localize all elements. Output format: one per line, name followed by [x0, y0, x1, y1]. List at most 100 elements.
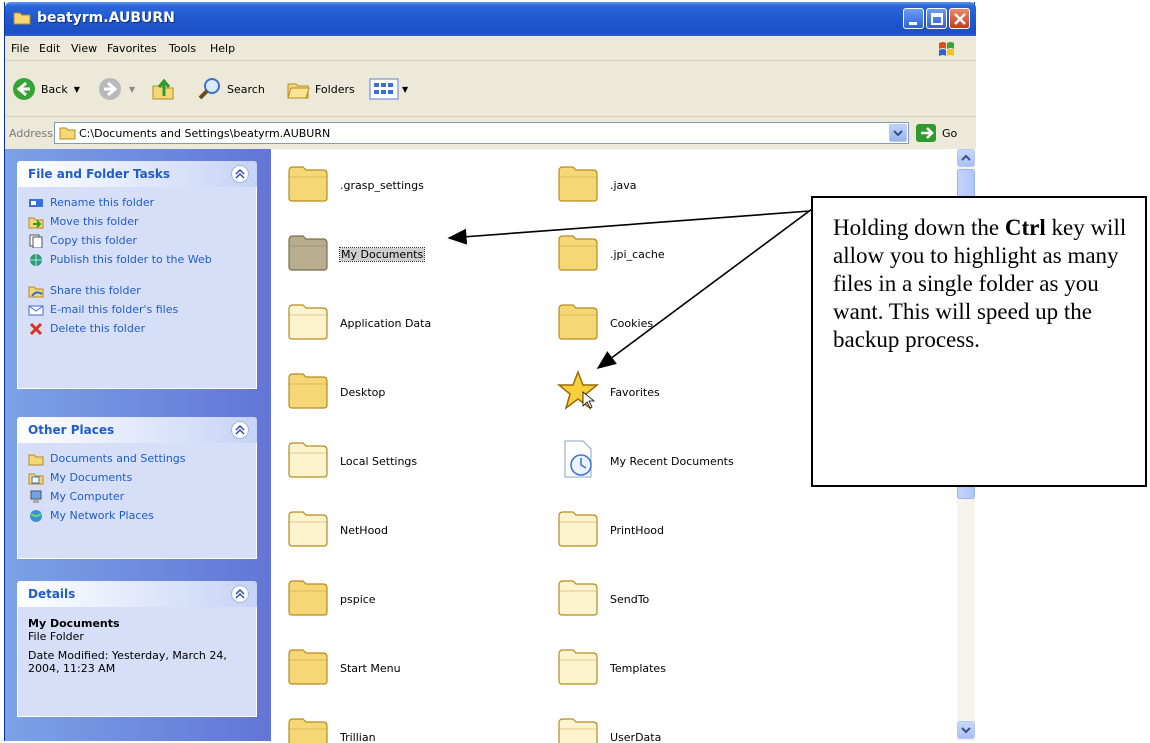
- file-item[interactable]: .grasp_settings: [271, 153, 521, 213]
- favorites-star-icon: [557, 370, 599, 410]
- file-item[interactable]: Favorites: [541, 360, 791, 420]
- file-item[interactable]: PrintHood: [541, 498, 791, 558]
- place-my-network-places[interactable]: My Network Places: [28, 509, 246, 525]
- forward-button[interactable]: ▼: [97, 73, 135, 105]
- close-icon: [954, 13, 966, 25]
- place-my-documents[interactable]: My Documents: [28, 471, 246, 487]
- folder-icon: [558, 511, 598, 547]
- details-panel: Details My Documents File Folder Date Mo…: [17, 581, 257, 717]
- task-delete[interactable]: Delete this folder: [28, 322, 246, 338]
- scroll-up-button[interactable]: [957, 149, 975, 167]
- task-share[interactable]: Share this folder: [28, 284, 246, 300]
- delete-x-icon: [29, 322, 43, 336]
- minimize-button[interactable]: [903, 8, 924, 29]
- chevron-up-icon: [235, 424, 245, 435]
- panel-header[interactable]: Details: [17, 581, 257, 607]
- file-label: Favorites: [610, 386, 660, 399]
- forward-arrow-icon: [99, 78, 121, 100]
- address-field[interactable]: C:\Documents and Settings\beatyrm.AUBURN: [54, 122, 909, 144]
- up-folder-button[interactable]: [150, 73, 176, 105]
- address-dropdown-button[interactable]: [889, 124, 907, 142]
- file-item[interactable]: SendTo: [541, 567, 791, 627]
- my-documents-icon: [28, 473, 44, 485]
- file-label: My Recent Documents: [610, 455, 734, 468]
- panel-header[interactable]: File and Folder Tasks: [17, 161, 257, 187]
- file-label: pspice: [340, 593, 376, 606]
- menu-tools[interactable]: Tools: [169, 42, 196, 55]
- task-pane: File and Folder Tasks Rename this folder…: [5, 149, 271, 741]
- file-item[interactable]: Start Menu: [271, 636, 521, 696]
- folder-icon: [28, 454, 44, 466]
- task-move[interactable]: Move this folder: [28, 215, 246, 231]
- scroll-down-button[interactable]: [957, 721, 975, 739]
- file-item[interactable]: UserData: [541, 705, 791, 743]
- file-label: Start Menu: [340, 662, 401, 675]
- back-arrow-icon: [13, 78, 35, 100]
- title-bar[interactable]: beatyrm.AUBURN: [5, 2, 976, 36]
- views-dropdown-icon[interactable]: ▼: [402, 85, 408, 94]
- file-label: PrintHood: [610, 524, 665, 537]
- file-label: Desktop: [340, 386, 386, 399]
- folder-icon: [558, 718, 598, 743]
- menu-help[interactable]: Help: [210, 42, 235, 55]
- chevron-up-icon: [961, 154, 971, 161]
- folders-button[interactable]: Folders: [285, 73, 355, 105]
- task-rename[interactable]: Rename this folder: [28, 196, 246, 212]
- place-documents-and-settings[interactable]: Documents and Settings: [28, 452, 246, 468]
- go-button[interactable]: Go: [916, 124, 957, 142]
- maximize-button[interactable]: [926, 8, 947, 29]
- file-label: Cookies: [610, 317, 654, 330]
- file-item[interactable]: My Documents: [271, 222, 521, 282]
- file-item[interactable]: pspice: [271, 567, 521, 627]
- task-copy[interactable]: Copy this folder: [28, 234, 246, 250]
- folder-icon: [288, 511, 328, 547]
- other-places-panel: Other Places Documents and Settings My D…: [17, 417, 257, 559]
- task-publish[interactable]: Publish this folder to the Web: [28, 253, 246, 281]
- file-label: .grasp_settings: [340, 179, 424, 192]
- file-item[interactable]: My Recent Documents: [541, 429, 791, 489]
- views-button[interactable]: ▼: [369, 73, 408, 105]
- collapse-button[interactable]: [231, 421, 249, 439]
- file-label: Application Data: [340, 317, 432, 330]
- file-item[interactable]: .jpi_cache: [541, 222, 791, 282]
- file-item[interactable]: Local Settings: [271, 429, 521, 489]
- file-item[interactable]: .java: [541, 153, 791, 213]
- folder-icon: [288, 649, 328, 685]
- menu-file[interactable]: File: [11, 42, 29, 55]
- close-button[interactable]: [949, 8, 970, 29]
- menu-favorites[interactable]: Favorites: [107, 42, 157, 55]
- minimize-icon: [909, 22, 917, 25]
- toolbar: Back ▼ ▼ Search Folders ▼: [5, 61, 976, 117]
- details-name: My Documents: [28, 617, 120, 630]
- file-label: Templates: [610, 662, 666, 675]
- panel-header[interactable]: Other Places: [17, 417, 257, 443]
- file-folder-tasks-panel: File and Folder Tasks Rename this folder…: [17, 161, 257, 389]
- back-dropdown-icon[interactable]: ▼: [74, 85, 80, 94]
- file-label: My Documents: [338, 247, 426, 262]
- place-my-computer[interactable]: My Computer: [28, 490, 246, 506]
- task-email[interactable]: E-mail this folder's files: [28, 303, 246, 319]
- forward-dropdown-icon[interactable]: ▼: [129, 85, 135, 94]
- collapse-button[interactable]: [231, 165, 249, 183]
- file-label: Trillian: [340, 731, 376, 743]
- back-button[interactable]: Back ▼: [11, 73, 80, 105]
- search-button[interactable]: Search: [197, 73, 265, 105]
- file-item[interactable]: Templates: [541, 636, 791, 696]
- chevron-down-icon: [961, 727, 971, 734]
- file-item[interactable]: Trillian: [271, 705, 521, 743]
- file-item[interactable]: Cookies: [541, 291, 791, 351]
- file-item[interactable]: Desktop: [271, 360, 521, 420]
- details-modified: Date Modified: Yesterday, March 24, 2004…: [28, 649, 227, 675]
- move-icon: [28, 217, 44, 229]
- collapse-button[interactable]: [231, 585, 249, 603]
- menu-view[interactable]: View: [71, 42, 97, 55]
- file-label: NetHood: [340, 524, 389, 537]
- menu-edit[interactable]: Edit: [39, 42, 60, 55]
- rename-icon: [29, 199, 43, 207]
- file-item[interactable]: NetHood: [271, 498, 521, 558]
- file-item[interactable]: Application Data: [271, 291, 521, 351]
- folder-icon: [288, 304, 328, 340]
- folder-icon: [288, 442, 328, 478]
- folder-icon: [59, 127, 76, 140]
- folder-icon: [13, 12, 31, 25]
